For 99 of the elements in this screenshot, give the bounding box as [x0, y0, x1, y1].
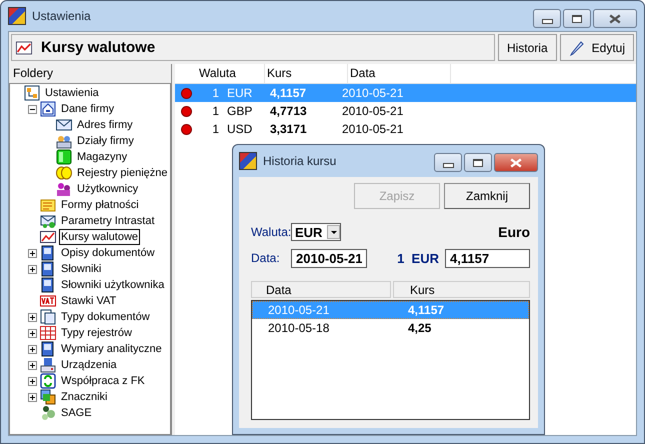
warehouse-icon — [56, 149, 72, 165]
document-icon — [40, 341, 56, 357]
table-row[interactable]: 1 GBP 4,7713 2010-05-21 — [175, 102, 636, 120]
tree-item[interactable]: Opisy dokumentów — [59, 245, 157, 261]
tree-item[interactable]: Urządzenia — [59, 357, 119, 373]
tree-item[interactable]: Ustawienia — [43, 85, 101, 101]
printer-icon — [40, 357, 56, 373]
minimize-button[interactable] — [533, 9, 561, 28]
table-cell: GBP — [227, 104, 252, 118]
unit-label: 1 EUR — [397, 250, 439, 266]
tree-item[interactable]: Dane firmy — [59, 101, 116, 117]
dialog-button[interactable]: Zamknij — [444, 183, 530, 209]
tree-item[interactable]: Słowniki użytkownika — [59, 277, 166, 293]
tree-item[interactable]: Parametry Intrastat — [59, 213, 157, 229]
panel-header: Foldery — [12, 65, 54, 82]
column-header[interactable]: Kurs — [393, 281, 530, 298]
pencil-icon — [568, 40, 585, 56]
users-icon — [56, 181, 72, 197]
document-icon — [40, 245, 56, 261]
tree-item[interactable]: Kursy walutowe — [59, 229, 140, 245]
sync-icon — [40, 373, 56, 389]
grid-icon — [40, 325, 56, 341]
column-header[interactable]: Kurs — [265, 64, 348, 83]
expand-icon[interactable] — [28, 248, 37, 258]
dots-icon — [40, 405, 56, 421]
house-icon — [40, 101, 56, 117]
envelope-icon — [56, 117, 72, 133]
rate-field[interactable]: 4,1157 — [445, 248, 530, 268]
maximize-button[interactable] — [563, 9, 591, 28]
maximize-button[interactable] — [464, 153, 492, 172]
tree-item[interactable]: Działy firmy — [75, 133, 136, 149]
close-button[interactable] — [494, 153, 538, 172]
document-icon — [40, 277, 56, 293]
tree-item[interactable]: Współpraca z FK — [59, 373, 147, 389]
collapse-icon[interactable] — [28, 104, 37, 114]
tree-item[interactable]: Użytkownicy — [75, 181, 140, 197]
tree-item[interactable]: Formy płatności — [59, 197, 141, 213]
currency-name: Euro — [498, 224, 530, 240]
expand-icon[interactable] — [28, 392, 37, 402]
table-cell-text: 2010-05-21 — [342, 104, 404, 118]
table-cell-text: 2010-05-21 — [342, 122, 404, 136]
tree-item[interactable]: Wymiary analityczne — [59, 341, 164, 357]
page-title: Kursy walutowe — [41, 39, 156, 56]
tags-icon — [40, 389, 56, 405]
date-field[interactable]: 2010-05-21 — [291, 248, 367, 268]
table-cell-text: 1 — [211, 104, 219, 118]
edit-button[interactable]: Edytuj — [560, 34, 634, 61]
tree-item[interactable]: Słowniki — [59, 261, 104, 277]
field-label: Data: — [251, 251, 281, 265]
table-cell-text: 4,1157 — [269, 86, 308, 100]
app-icon — [239, 152, 257, 170]
tree-item[interactable]: Typy dokumentów — [59, 309, 152, 325]
close-icon[interactable] — [609, 14, 621, 24]
coins-icon — [56, 165, 72, 181]
tree-item[interactable]: Magazyny — [75, 149, 130, 165]
tree-item[interactable]: Znaczniki — [59, 389, 110, 405]
dialog-title: Historia kursu — [263, 154, 338, 168]
table-cell-text: 2010-05-21 — [342, 86, 404, 100]
table-cell-text: 3,3171 — [269, 122, 308, 136]
tree-item[interactable]: Adres firmy — [75, 117, 135, 133]
pages-icon — [40, 309, 56, 325]
table-cell-text: 1 — [211, 122, 219, 136]
table-cell-text: 4,7713 — [269, 104, 308, 118]
minimize-button[interactable] — [434, 153, 462, 172]
close-button[interactable] — [593, 9, 637, 28]
table-cell: EUR — [227, 86, 252, 100]
tree-item[interactable]: Rejestry pieniężne — [75, 165, 170, 181]
expand-icon[interactable] — [28, 328, 37, 338]
chart-icon — [40, 229, 56, 245]
column-header[interactable]: Data — [251, 281, 391, 298]
window-title: Ustawienia — [32, 9, 92, 23]
table-cell-text: 2010-05-18 — [267, 321, 330, 335]
table-cell-text: 2010-05-21 — [267, 303, 330, 317]
field-label: Waluta: — [251, 225, 291, 239]
document-icon — [40, 261, 56, 277]
table-cell: USD — [227, 122, 252, 136]
table-row[interactable]: 2010-05-18 4,25 — [252, 319, 529, 337]
expand-icon[interactable] — [28, 360, 37, 370]
table-cell-text: 4,1157 — [407, 303, 446, 317]
column-header[interactable]: Waluta — [197, 64, 265, 83]
tree-item[interactable]: Typy rejestrów — [59, 325, 134, 341]
chart-icon — [16, 40, 32, 56]
tree-item[interactable]: SAGE — [59, 405, 94, 421]
tree-item[interactable]: Stawki VAT — [59, 293, 118, 309]
form-icon — [40, 197, 56, 213]
table-cell-text: 1 — [211, 86, 219, 100]
column-header[interactable]: Data — [348, 64, 451, 83]
currency-dropdown[interactable]: EUR — [291, 223, 341, 241]
expand-icon[interactable] — [28, 312, 37, 322]
people-icon — [56, 133, 72, 149]
vat-icon — [40, 293, 56, 309]
envelope-icon — [40, 213, 56, 229]
expand-icon[interactable] — [28, 344, 37, 354]
table-row[interactable]: 1 USD 3,3171 2010-05-21 — [175, 120, 636, 138]
expand-icon[interactable] — [28, 376, 37, 386]
table-cell-text: 4,25 — [407, 321, 432, 335]
history-button[interactable]: Historia — [498, 34, 557, 61]
app-icon — [8, 7, 26, 25]
expand-icon[interactable] — [28, 264, 37, 274]
